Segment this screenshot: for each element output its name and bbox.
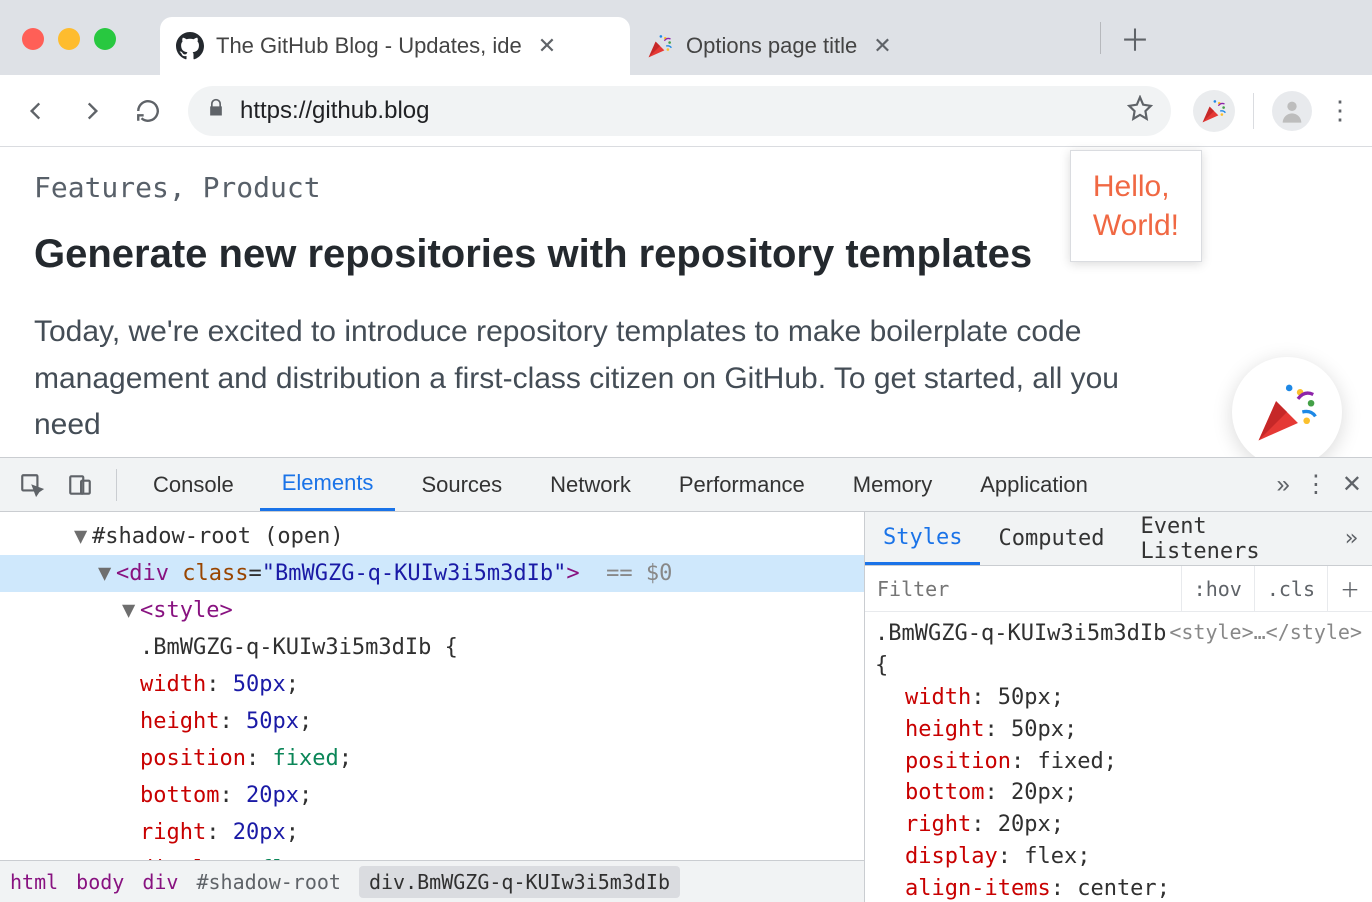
url-text: https://github.blog <box>240 97 429 125</box>
devtools-tab-console[interactable]: Console <box>131 458 256 511</box>
devtools-tab-performance[interactable]: Performance <box>657 458 827 511</box>
devtools-tab-application[interactable]: Application <box>958 458 1110 511</box>
styles-tab-bar: Styles Computed Event Listeners » <box>865 512 1372 566</box>
github-icon <box>176 32 204 60</box>
forward-button[interactable] <box>68 87 116 135</box>
toolbar-separator <box>1253 93 1254 129</box>
close-window-button[interactable] <box>22 28 44 50</box>
devtools-settings-button[interactable]: ⋮ <box>1304 470 1328 499</box>
reload-button[interactable] <box>124 87 172 135</box>
css-declaration[interactable]: bottom: 20px; <box>875 777 1362 809</box>
breadcrumb-body[interactable]: body <box>76 870 124 894</box>
shadow-root-label: #shadow-root (open) <box>92 524 344 549</box>
address-bar[interactable]: https://github.blog <box>188 86 1171 136</box>
devtools-tab-sources[interactable]: Sources <box>399 458 524 511</box>
css-declaration[interactable]: align-items: center; <box>875 873 1362 902</box>
devtools-tab-bar: Console Elements Sources Network Perform… <box>0 458 1372 512</box>
device-toolbar-button[interactable] <box>58 463 102 507</box>
styles-tab-event-listeners[interactable]: Event Listeners <box>1122 512 1330 565</box>
maximize-window-button[interactable] <box>94 28 116 50</box>
css-declaration[interactable]: right: 20px; <box>875 809 1362 841</box>
styles-panel: Styles Computed Event Listeners » :hov .… <box>864 512 1372 902</box>
close-tab-button[interactable]: ✕ <box>873 33 891 59</box>
devtools-tab-elements[interactable]: Elements <box>260 458 396 511</box>
dom-breadcrumbs: html body div #shadow-root div.BmWGZG-q-… <box>0 860 864 902</box>
css-declaration[interactable]: height: 50px; <box>875 714 1362 746</box>
tab-separator <box>1100 22 1101 54</box>
new-tab-button[interactable]: ＋ <box>1111 14 1159 62</box>
devtools-panel: Console Elements Sources Network Perform… <box>0 457 1372 902</box>
css-declaration[interactable]: display: flex; <box>0 851 864 860</box>
devtools-more-tabs[interactable]: » <box>1277 471 1290 499</box>
extension-button[interactable] <box>1193 90 1235 132</box>
extension-popup: Hello, World! <box>1070 150 1202 262</box>
minimize-window-button[interactable] <box>58 28 80 50</box>
breadcrumb-shadow-root[interactable]: #shadow-root <box>196 870 341 894</box>
browser-menu-button[interactable]: ⋮ <box>1320 95 1360 126</box>
browser-tab-strip: The GitHub Blog - Updates, ide ✕ Options… <box>0 0 1372 75</box>
page-body: Today, we're excited to introduce reposi… <box>34 309 1154 449</box>
css-declaration[interactable]: width: 50px; <box>0 666 864 703</box>
bookmark-star-icon[interactable] <box>1127 95 1153 126</box>
styles-filter-input[interactable] <box>865 577 1181 601</box>
floating-extension-widget[interactable] <box>1232 357 1342 457</box>
breadcrumb-html[interactable]: html <box>10 870 58 894</box>
window-controls <box>22 28 116 50</box>
css-declaration[interactable]: position: fixed; <box>875 746 1362 778</box>
css-declaration[interactable]: bottom: 20px; <box>0 777 864 814</box>
rule-selector: .BmWGZG-q-KUIw3i5m3dIb { <box>875 621 1166 678</box>
styles-tab-styles[interactable]: Styles <box>865 512 980 565</box>
styles-more-tabs[interactable]: » <box>1331 526 1372 551</box>
css-declaration[interactable]: position: fixed; <box>0 740 864 777</box>
breadcrumb-selected[interactable]: div.BmWGZG-q-KUIw3i5m3dIb <box>359 866 680 898</box>
tab-title: Options page title <box>686 33 857 59</box>
profile-avatar[interactable] <box>1272 91 1312 131</box>
styles-new-rule-button[interactable]: ＋ <box>1327 566 1372 611</box>
styles-hov-toggle[interactable]: :hov <box>1181 566 1254 611</box>
close-tab-button[interactable]: ✕ <box>538 33 556 59</box>
browser-tab-active[interactable]: The GitHub Blog - Updates, ide ✕ <box>160 17 630 75</box>
tab-title: The GitHub Blog - Updates, ide <box>216 33 522 59</box>
css-declaration[interactable]: display: flex; <box>875 841 1362 873</box>
browser-tab[interactable]: Options page title ✕ <box>630 17 1100 75</box>
browser-toolbar: https://github.blog ⋮ <box>0 75 1372 147</box>
css-declaration[interactable]: right: 20px; <box>0 814 864 851</box>
devtools-close-button[interactable]: ✕ <box>1342 470 1362 499</box>
rule-source-link[interactable]: <style>…</style> <box>1169 618 1362 647</box>
back-button[interactable] <box>12 87 60 135</box>
dom-node-selected[interactable]: ▼<div class="BmWGZG-q-KUIw3i5m3dIb"> == … <box>0 555 864 592</box>
styles-cls-toggle[interactable]: .cls <box>1254 566 1327 611</box>
devtools-tab-memory[interactable]: Memory <box>831 458 954 511</box>
lock-icon <box>206 97 226 124</box>
css-declaration[interactable]: height: 50px; <box>0 703 864 740</box>
breadcrumb-div[interactable]: div <box>142 870 178 894</box>
css-declaration[interactable]: width: 50px; <box>875 682 1362 714</box>
devtools-tab-network[interactable]: Network <box>528 458 653 511</box>
extension-popup-text: Hello, World! <box>1093 167 1179 245</box>
inspect-element-button[interactable] <box>10 463 54 507</box>
separator <box>116 469 117 501</box>
styles-tab-computed[interactable]: Computed <box>980 512 1122 565</box>
elements-dom-tree[interactable]: ••• ▼#shadow-root (open) ▼<div class="Bm… <box>0 512 864 902</box>
party-popper-icon <box>646 32 674 60</box>
